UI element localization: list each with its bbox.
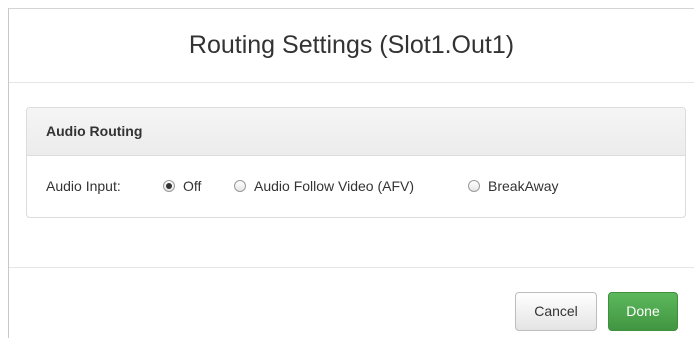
radio-afv-label: Audio Follow Video (AFV) bbox=[254, 178, 415, 194]
radio-off-indicator[interactable] bbox=[163, 180, 175, 192]
radio-option-breakaway[interactable]: BreakAway bbox=[468, 177, 559, 195]
radio-breakaway-indicator[interactable] bbox=[468, 180, 480, 192]
dialog-footer: Cancel Done bbox=[9, 267, 694, 340]
routing-settings-dialog: Routing Settings (Slot1.Out1) Audio Rout… bbox=[8, 8, 694, 338]
radio-breakaway-label: BreakAway bbox=[488, 178, 559, 194]
radio-off-label: Off bbox=[183, 178, 202, 194]
audio-routing-panel: Audio Routing Audio Input: Off Audio Fol… bbox=[26, 107, 686, 218]
dialog-title: Routing Settings (Slot1.Out1) bbox=[188, 31, 515, 59]
radio-option-off[interactable]: Off bbox=[163, 177, 201, 195]
panel-body: Audio Input: Off Audio Follow Video (AFV… bbox=[27, 156, 685, 217]
cancel-button[interactable]: Cancel bbox=[515, 292, 597, 331]
panel-heading: Audio Routing bbox=[27, 108, 685, 156]
audio-input-label: Audio Input: bbox=[46, 178, 121, 194]
done-button[interactable]: Done bbox=[608, 292, 678, 331]
dialog-header: Routing Settings (Slot1.Out1) bbox=[9, 9, 694, 83]
radio-option-afv[interactable]: Audio Follow Video (AFV) bbox=[234, 177, 414, 195]
radio-afv-indicator[interactable] bbox=[234, 180, 246, 192]
